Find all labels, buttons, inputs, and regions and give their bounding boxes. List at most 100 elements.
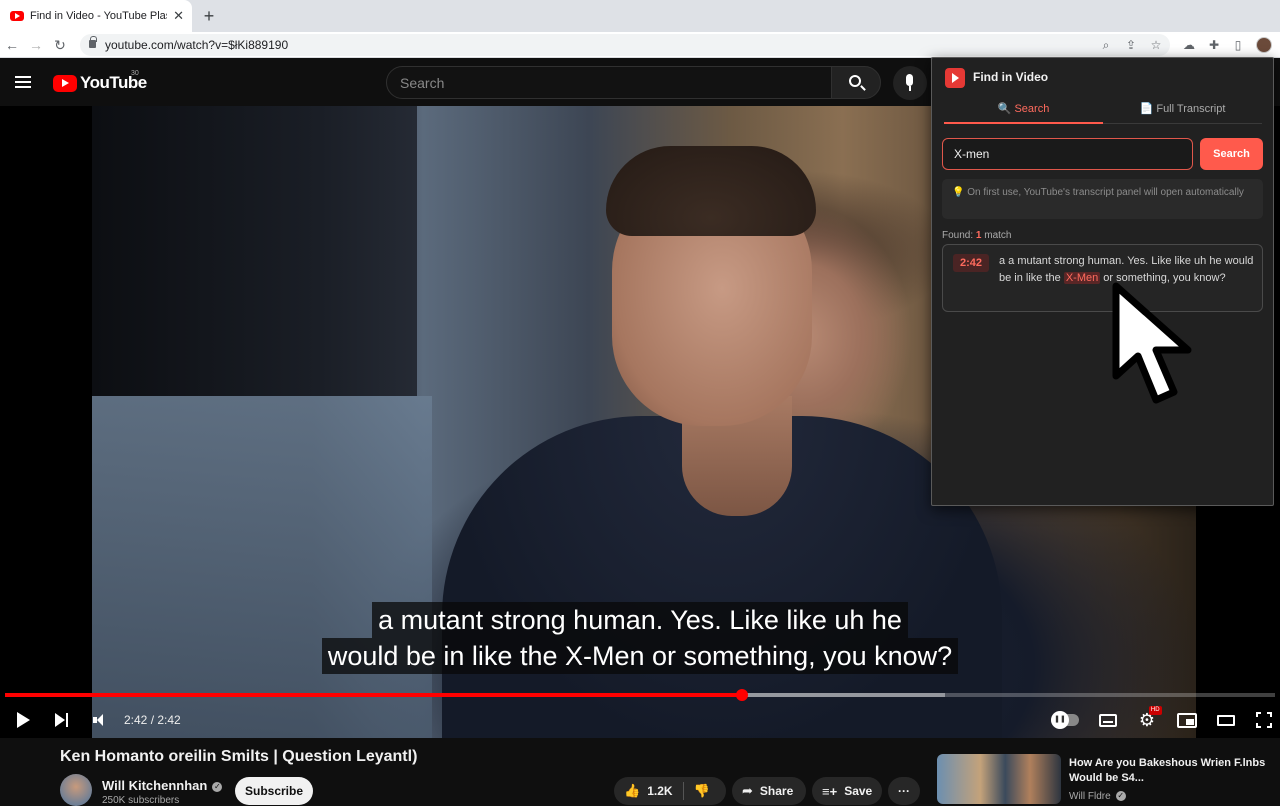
found-suffix: match: [984, 230, 1012, 241]
share-label: Share: [759, 784, 794, 798]
subscribe-button[interactable]: Subscribe: [235, 777, 313, 805]
video-info-area: Ken Homanto oreilin Smilts | Question Le…: [0, 738, 1280, 806]
back-arrow-icon[interactable]: ←: [2, 35, 22, 55]
lightbulb-icon: 💡: [952, 187, 965, 198]
address-url: youtube.com/watch?v=$łKi889190: [105, 38, 289, 52]
player-controls: 2:42 / 2:42 ⚙HD: [0, 702, 1280, 738]
match-count: Found: 1 match: [942, 230, 1012, 241]
play-button[interactable]: [12, 702, 34, 738]
address-bar[interactable]: youtube.com/watch?v=$łKi889190 ⌕ ⇪ ☆: [80, 34, 1170, 56]
magnifier-icon: 🔍: [997, 103, 1012, 115]
browser-toolbar: ← → ↻ youtube.com/watch?v=$łKi889190 ⌕ ⇪…: [0, 32, 1280, 58]
youtube-search-input[interactable]: Search: [386, 66, 832, 99]
bookmark-star-icon[interactable]: ☆: [1148, 38, 1164, 52]
browser-tab-active[interactable]: Find in Video - YouTube Plasn ✕: [0, 0, 192, 32]
search-icon: [849, 75, 861, 87]
channel-name[interactable]: Will Kitchennhan ✓: [102, 778, 223, 793]
share-page-icon[interactable]: ⇪: [1123, 38, 1139, 52]
profile-avatar[interactable]: [1256, 37, 1272, 53]
recommended-thumbnail[interactable]: [937, 754, 1061, 804]
theater-mode-icon: [1217, 714, 1235, 726]
tab-full-transcript[interactable]: 📄 Full Transcript: [1103, 96, 1262, 124]
found-prefix: Found:: [942, 230, 974, 241]
playlist-add-icon: ≡+: [822, 783, 838, 799]
gear-icon: ⚙ HD: [1138, 706, 1162, 730]
like-count[interactable]: 1.2K: [647, 784, 672, 798]
result-timestamp[interactable]: 2:42: [953, 254, 989, 272]
autoplay-pause-icon: [1051, 711, 1079, 729]
tab-title: Find in Video - YouTube Plasn: [30, 10, 168, 22]
subtitles-button[interactable]: [1097, 702, 1119, 738]
menu-icon[interactable]: [15, 76, 31, 88]
transcript-search-button[interactable]: Search: [1200, 138, 1263, 170]
recommended-channel-text: Will Fldre: [1069, 791, 1111, 802]
forward-arrow-icon[interactable]: →: [26, 35, 46, 55]
side-panel-icon[interactable]: ▯: [1230, 37, 1246, 53]
progress-bar[interactable]: [5, 689, 1275, 701]
more-actions-button[interactable]: ···: [888, 777, 920, 805]
share-button[interactable]: ➦ Share: [732, 777, 806, 805]
puzzle-extensions-icon[interactable]: ✚: [1206, 37, 1222, 53]
tab-search[interactable]: 🔍 Search: [944, 96, 1103, 124]
document-icon: 📄: [1139, 103, 1154, 115]
play-icon: [16, 712, 30, 728]
search-placeholder: Search: [400, 75, 445, 91]
recommended-channel[interactable]: Will Fldre ✓: [1069, 791, 1126, 802]
video-title: Ken Homanto oreilin Smilts | Question Le…: [60, 748, 418, 765]
extension-tabs: 🔍 Search 📄 Full Transcript: [944, 96, 1262, 124]
thumbs-up-icon[interactable]: 👍: [624, 783, 640, 799]
time-display: 2:42 / 2:42: [124, 702, 181, 738]
youtube-favicon-icon: [10, 11, 24, 21]
youtube-logo[interactable]: YouTube 30: [53, 70, 147, 93]
thumbs-down-icon[interactable]: 👎: [694, 783, 710, 799]
tab-search-label: Search: [1014, 103, 1050, 115]
channel-avatar[interactable]: [60, 774, 92, 806]
more-dots-icon: ···: [898, 784, 910, 798]
search-result-item[interactable]: 2:42 a a mutant strong human. Yes. Like …: [942, 244, 1263, 312]
mouse-pointer-icon: [1112, 282, 1192, 404]
new-tab-icon[interactable]: +: [198, 4, 220, 28]
extension-cloud-icon[interactable]: ☁: [1181, 37, 1197, 53]
transcript-search-input[interactable]: [942, 138, 1193, 170]
extension-title: Find in Video: [973, 70, 1049, 84]
find-in-video-popup: Find in Video 🔍 Search 📄 Full Transcript…: [931, 57, 1274, 506]
tab-close-icon[interactable]: ✕: [173, 8, 184, 24]
voice-search-mic-icon[interactable]: [893, 66, 927, 100]
reload-icon[interactable]: ↻: [50, 35, 70, 55]
closed-captions-icon: [1099, 713, 1117, 727]
autoplay-toggle[interactable]: [1050, 702, 1080, 738]
verified-check-icon: ✓: [212, 782, 223, 792]
youtube-search-button[interactable]: [831, 66, 881, 99]
miniplayer-icon: [1177, 712, 1197, 728]
mute-button[interactable]: [88, 702, 108, 738]
caption-line-2: would be in like the X-Men or something,…: [321, 638, 959, 674]
found-count: 1: [975, 230, 982, 241]
first-use-tip: 💡 On first use, YouTube's transcript pan…: [942, 179, 1263, 219]
save-button[interactable]: ≡+ Save: [812, 777, 882, 805]
next-track-icon: [54, 713, 68, 727]
fullscreen-icon: [1256, 712, 1272, 728]
caption-line-1: a mutant strong human. Yes. Like like uh…: [372, 602, 908, 638]
share-arrow-icon: ➦: [742, 783, 753, 798]
lock-icon: [89, 36, 97, 48]
progress-scrubber[interactable]: [735, 689, 748, 701]
tab-transcript-label: Full Transcript: [1156, 103, 1226, 115]
subscriber-count: 250K subscribers: [102, 795, 180, 806]
miniplayer-button[interactable]: [1175, 702, 1199, 738]
logo-country-code: 30: [131, 70, 139, 77]
youtube-play-logo-icon: [53, 74, 77, 92]
theater-mode-button[interactable]: [1215, 702, 1237, 738]
settings-button[interactable]: ⚙ HD: [1136, 702, 1162, 738]
save-label: Save: [844, 784, 873, 798]
next-button[interactable]: [50, 702, 72, 738]
zoom-icon[interactable]: ⌕: [1098, 38, 1114, 53]
volume-icon: [93, 714, 103, 726]
time-text: 2:42 / 2:42: [124, 713, 181, 727]
fullscreen-button[interactable]: [1255, 702, 1273, 738]
recommended-title[interactable]: How Are you Bakeshous Wrien F.lnbs Would…: [1069, 756, 1269, 786]
browser-tab-bar: Find in Video - YouTube Plasn ✕ +: [0, 0, 1280, 32]
channel-name-text: Will Kitchennhan: [102, 778, 208, 793]
tip-text: On first use, YouTube's transcript panel…: [967, 187, 1244, 198]
progress-played: [5, 693, 742, 697]
result-highlight: X-Men: [1063, 272, 1101, 284]
